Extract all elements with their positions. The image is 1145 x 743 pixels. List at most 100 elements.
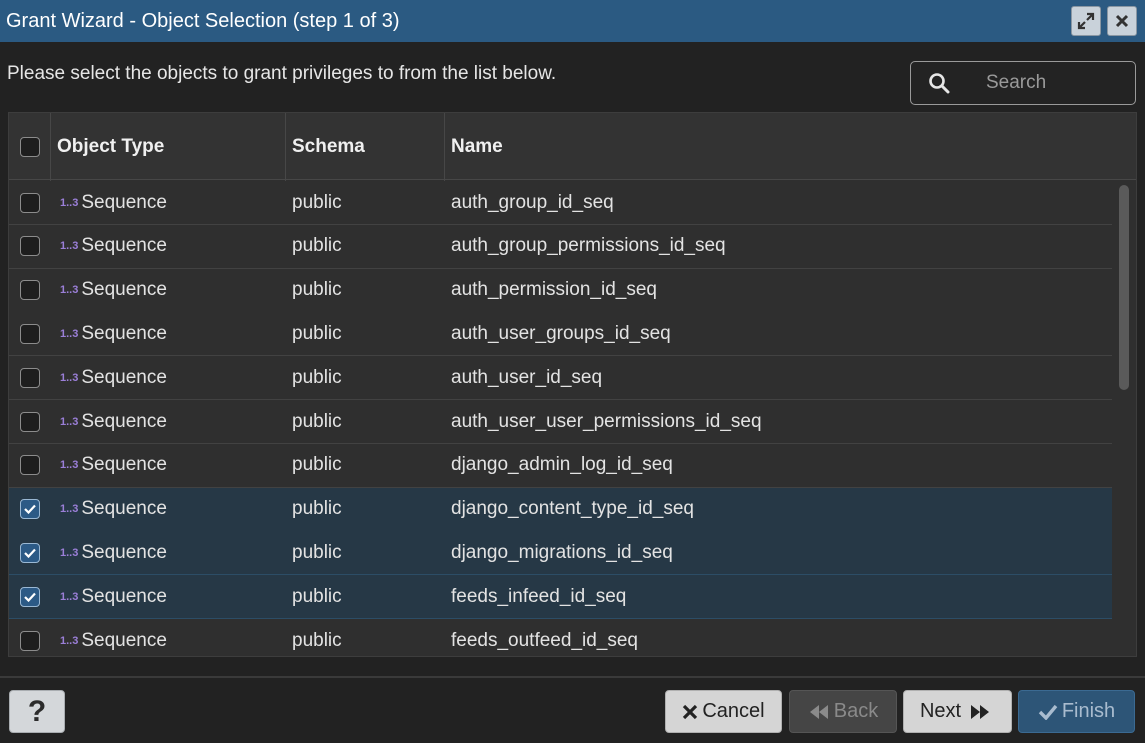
name-cell: django_admin_log_id_seq xyxy=(451,454,673,476)
name-cell: auth_user_user_permissions_id_seq xyxy=(451,410,762,432)
sequence-icon: 1..3 xyxy=(60,503,79,516)
schema-cell: public xyxy=(292,629,342,651)
object-type-cell: 1..3 Sequence xyxy=(60,444,167,487)
sequence-icon: 1..3 xyxy=(60,196,79,209)
object-type-label: Sequence xyxy=(81,410,167,432)
cancel-button[interactable]: Cancel xyxy=(665,690,782,733)
object-type-label: Sequence xyxy=(81,585,167,607)
window-title: Grant Wizard - Object Selection (step 1 … xyxy=(6,9,400,32)
select-all-checkbox[interactable] xyxy=(20,136,40,157)
search-icon xyxy=(928,72,950,94)
vertical-scrollbar[interactable] xyxy=(1119,185,1129,650)
name-cell: feeds_outfeed_id_seq xyxy=(451,629,638,651)
sequence-icon: 1..3 xyxy=(60,634,79,647)
name-cell: auth_group_permissions_id_seq xyxy=(451,235,726,257)
object-type-label: Sequence xyxy=(81,235,167,257)
object-type-cell: 1..3 Sequence xyxy=(60,312,167,355)
footer-divider xyxy=(0,676,1145,678)
row-checkbox[interactable] xyxy=(20,323,40,344)
row-checkbox[interactable] xyxy=(20,280,40,301)
object-type-cell: 1..3 Sequence xyxy=(60,488,167,531)
table-row[interactable]: 1..3 Sequence public django_content_type_id… xyxy=(9,487,1112,532)
scrollbar-thumb[interactable] xyxy=(1119,185,1129,390)
sequence-icon: 1..3 xyxy=(60,327,79,340)
schema-cell: public xyxy=(292,322,342,344)
back-button[interactable]: Back xyxy=(789,690,897,733)
back-label: Back xyxy=(833,700,879,722)
object-type-cell: 1..3 Sequence xyxy=(60,181,167,224)
name-cell: auth_permission_id_seq xyxy=(451,279,657,301)
row-checkbox[interactable] xyxy=(20,586,40,607)
table-row[interactable]: 1..3 Sequence public auth_group_id_seq xyxy=(9,181,1112,225)
column-header-schema[interactable]: Schema xyxy=(292,113,365,180)
table-row[interactable]: 1..3 Sequence public feeds_infeed_id_seq xyxy=(9,575,1112,620)
search-input[interactable] xyxy=(984,71,1128,95)
row-checkbox[interactable] xyxy=(20,499,40,520)
table-row[interactable]: 1..3 Sequence public django_admin_log_id_se… xyxy=(9,443,1112,488)
object-type-cell: 1..3 Sequence xyxy=(60,400,167,443)
maximize-button[interactable] xyxy=(1071,6,1101,36)
schema-cell: public xyxy=(292,410,342,432)
check-icon xyxy=(1038,704,1058,720)
close-button[interactable] xyxy=(1107,6,1137,36)
help-button[interactable]: ? xyxy=(9,690,65,733)
row-checkbox[interactable] xyxy=(20,236,40,257)
row-select-cell xyxy=(20,225,40,268)
name-cell: auth_group_id_seq xyxy=(451,191,614,213)
schema-cell: public xyxy=(292,366,342,388)
row-checkbox[interactable] xyxy=(20,411,40,432)
fast-forward-icon xyxy=(971,704,990,719)
name-cell: auth_user_groups_id_seq xyxy=(451,322,671,344)
sequence-icon: 1..3 xyxy=(60,415,79,428)
select-all-cell xyxy=(20,113,40,180)
title-bar: Grant Wizard - Object Selection (step 1 … xyxy=(0,0,1145,42)
column-header-name[interactable]: Name xyxy=(451,113,503,180)
object-grid: Object Type Schema Name 1..3 Sequence publ… xyxy=(8,112,1137,657)
search-box[interactable] xyxy=(910,61,1136,105)
name-cell: django_content_type_id_seq xyxy=(451,498,694,520)
object-type-label: Sequence xyxy=(81,279,167,301)
table-row[interactable]: 1..3 Sequence public auth_permission_id_seq xyxy=(9,268,1112,313)
row-checkbox[interactable] xyxy=(20,630,40,651)
table-row[interactable]: 1..3 Sequence public auth_user_groups_id_se… xyxy=(9,312,1112,357)
finish-button[interactable]: Finish xyxy=(1018,690,1135,733)
sequence-icon: 1..3 xyxy=(60,546,79,559)
table-row[interactable]: 1..3 Sequence public feeds_outfeed_id_seq xyxy=(9,619,1112,656)
object-type-label: Sequence xyxy=(81,629,167,651)
expand-icon xyxy=(1077,12,1095,30)
table-row[interactable]: 1..3 Sequence public auth_user_user_permiss… xyxy=(9,400,1112,444)
object-type-label: Sequence xyxy=(81,454,167,476)
row-select-cell xyxy=(20,531,40,574)
grid-header: Object Type Schema Name xyxy=(9,113,1136,180)
row-select-cell xyxy=(20,312,40,355)
object-type-label: Sequence xyxy=(81,541,167,563)
row-checkbox[interactable] xyxy=(20,542,40,563)
object-type-cell: 1..3 Sequence xyxy=(60,575,167,618)
row-select-cell xyxy=(20,488,40,531)
object-type-label: Sequence xyxy=(81,322,167,344)
name-cell: auth_user_id_seq xyxy=(451,366,603,388)
object-type-cell: 1..3 Sequence xyxy=(60,356,167,399)
row-select-cell xyxy=(20,356,40,399)
table-row[interactable]: 1..3 Sequence public auth_user_id_seq xyxy=(9,356,1112,401)
column-header-object-type[interactable]: Object Type xyxy=(57,113,164,180)
table-row[interactable]: 1..3 Sequence public auth_group_permissions… xyxy=(9,224,1112,269)
row-checkbox[interactable] xyxy=(20,192,40,213)
schema-cell: public xyxy=(292,454,342,476)
check-icon xyxy=(24,504,36,515)
schema-cell: public xyxy=(292,585,342,607)
close-icon xyxy=(683,704,698,719)
row-select-cell xyxy=(20,619,40,656)
check-icon xyxy=(24,548,36,558)
sequence-icon: 1..3 xyxy=(60,240,79,253)
sequence-icon: 1..3 xyxy=(60,459,79,472)
row-checkbox[interactable] xyxy=(20,367,40,388)
name-cell: feeds_infeed_id_seq xyxy=(451,585,627,607)
sequence-icon: 1..3 xyxy=(60,590,79,603)
table-row[interactable]: 1..3 Sequence public django_migrations_id_s… xyxy=(9,531,1112,576)
row-checkbox[interactable] xyxy=(20,455,40,476)
sequence-icon: 1..3 xyxy=(60,284,79,297)
row-select-cell xyxy=(20,444,40,487)
schema-cell: public xyxy=(292,498,342,520)
next-button[interactable]: Next xyxy=(903,690,1012,733)
